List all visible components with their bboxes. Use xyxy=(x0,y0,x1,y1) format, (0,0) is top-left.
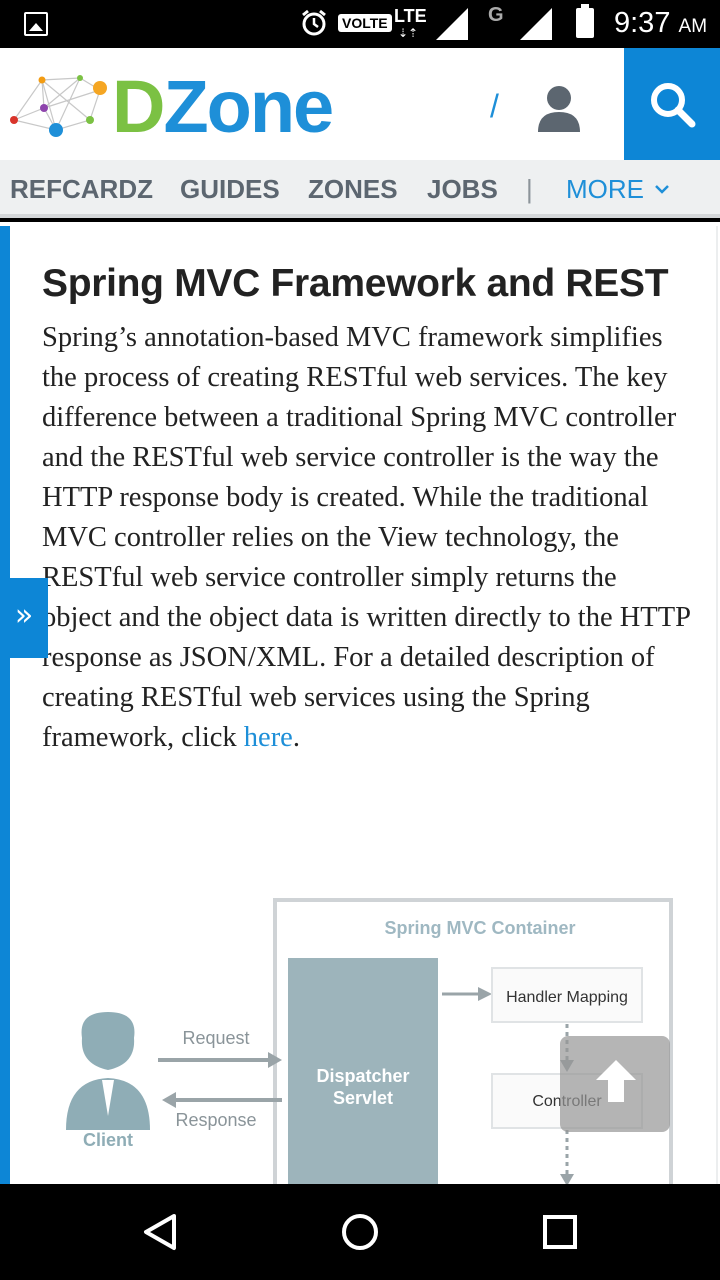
volte-badge: VOLTE xyxy=(338,14,392,32)
scroll-to-top-button[interactable] xyxy=(560,1036,670,1132)
arrow-up-icon xyxy=(596,1060,636,1102)
client-icon xyxy=(66,1012,150,1130)
double-chevron-right-icon: » xyxy=(14,598,34,633)
clock-time: 9:37 xyxy=(614,7,671,39)
article-body-end: . xyxy=(292,722,300,753)
content-accent-bar xyxy=(0,226,10,1184)
chevron-down-icon xyxy=(655,185,669,194)
network-type: LTE xyxy=(394,6,427,26)
signal-strength-2-icon xyxy=(520,8,552,40)
nav-jobs[interactable]: JOBS xyxy=(427,174,498,205)
container-label: Spring MVC Container xyxy=(384,918,575,938)
here-link[interactable]: here xyxy=(244,722,293,753)
nav-refcardz[interactable]: REFCARDZ xyxy=(10,174,153,205)
logo-d: D xyxy=(112,65,165,148)
back-icon[interactable] xyxy=(140,1212,180,1252)
dispatcher-line-1: Dispatcher xyxy=(316,1066,409,1086)
gallery-notification-icon xyxy=(24,12,48,36)
client-label: Client xyxy=(83,1130,133,1150)
search-button[interactable] xyxy=(624,48,720,160)
clock-ampm: AM xyxy=(678,16,708,37)
article-body-text: Spring’s annotation-based MVC framework … xyxy=(42,322,690,753)
response-label: Response xyxy=(175,1110,256,1130)
nav-more-label: MORE xyxy=(566,174,644,204)
nav-more[interactable]: MORE xyxy=(566,174,644,205)
dzone-logo-text[interactable]: DZone xyxy=(112,70,334,144)
logo-zone: Zone xyxy=(163,65,334,148)
header-slash: / xyxy=(490,88,499,124)
clock: 9:37 AM xyxy=(614,7,707,40)
top-navigation: REFCARDZ GUIDES ZONES JOBS | MORE xyxy=(0,160,720,218)
article-body: Spring’s annotation-based MVC framework … xyxy=(42,318,692,758)
site-header: DZone / xyxy=(0,48,720,160)
request-label: Request xyxy=(182,1028,249,1048)
home-icon[interactable] xyxy=(340,1212,380,1252)
nav-zones[interactable]: ZONES xyxy=(308,174,398,205)
system-navigation-bar xyxy=(0,1184,720,1280)
battery-icon xyxy=(576,4,594,38)
signal-strength-icon xyxy=(436,8,468,40)
article-title: Spring MVC Framework and REST xyxy=(42,262,669,305)
card-border xyxy=(716,226,718,1184)
nav-separator: | xyxy=(526,174,533,204)
search-icon xyxy=(651,83,696,128)
article-content: Spring MVC Framework and REST Spring’s a… xyxy=(0,222,720,1184)
network-type-2: G xyxy=(488,4,504,26)
alarm-icon xyxy=(302,9,326,36)
nav-guides[interactable]: GUIDES xyxy=(180,174,280,205)
dispatcher-line-2: Servlet xyxy=(333,1088,393,1108)
status-bar: VOLTE LTE ⇣⇡ G 9:37 AM xyxy=(0,0,720,48)
data-activity-icon: ⇣⇡ xyxy=(398,26,419,40)
expand-sidebar-button[interactable]: » xyxy=(0,578,48,658)
handler-mapping-label: Handler Mapping xyxy=(506,989,628,1006)
user-icon[interactable] xyxy=(536,84,582,134)
recents-icon[interactable] xyxy=(542,1214,578,1250)
dzone-logo-icon[interactable] xyxy=(8,68,112,140)
